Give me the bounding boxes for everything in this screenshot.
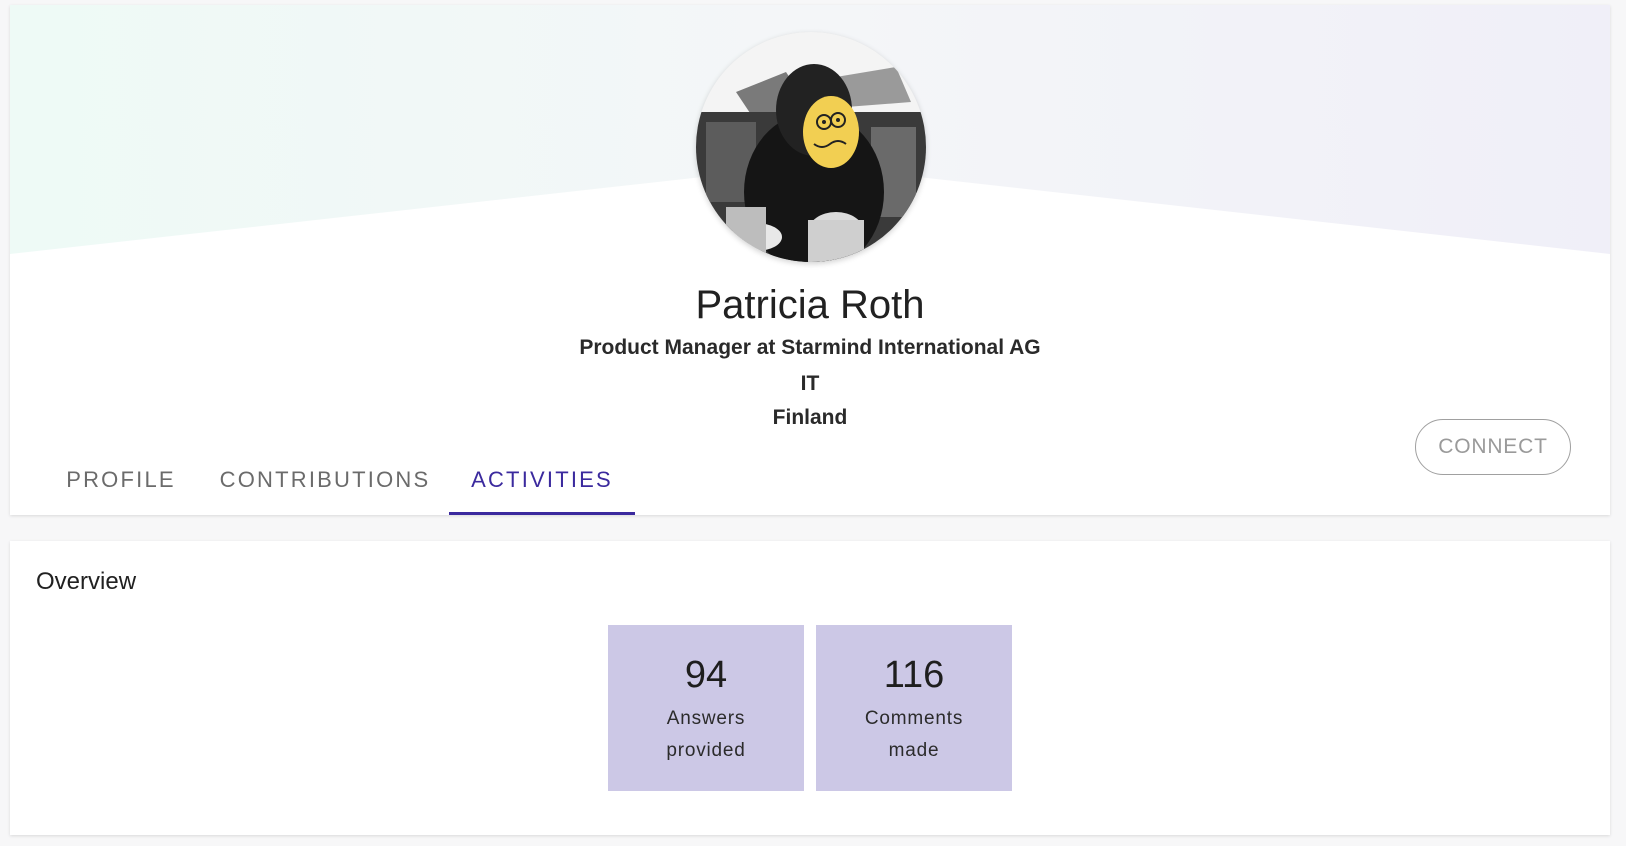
- stat-answers-provided: 94 Answers provided: [608, 625, 804, 791]
- stat-comments-made: 116 Comments made: [816, 625, 1012, 791]
- profile-header-card: Patricia Roth Product Manager at Starmin…: [10, 5, 1610, 515]
- connect-button[interactable]: CONNECT: [1415, 419, 1571, 475]
- active-tab-indicator: [449, 512, 635, 515]
- profile-name: Patricia Roth: [695, 283, 925, 327]
- overview-card: Overview 94 Answers provided 116 Comment…: [10, 541, 1610, 835]
- tab-activities[interactable]: ACTIVITIES: [449, 445, 635, 515]
- profile-country: Finland: [772, 406, 848, 429]
- overview-title: Overview: [36, 568, 137, 595]
- stat-label: Comments made: [864, 708, 964, 761]
- stat-value: 94: [684, 654, 728, 696]
- tab-contributions[interactable]: CONTRIBUTIONS: [206, 445, 444, 515]
- tab-profile[interactable]: PROFILE: [46, 445, 196, 515]
- profile-department: IT: [800, 372, 820, 395]
- profile-avatar: [696, 32, 926, 262]
- stat-value: 116: [883, 654, 945, 696]
- profile-job-title: Product Manager at Starmind Internationa…: [579, 336, 1041, 359]
- stat-label: Answers provided: [666, 708, 746, 761]
